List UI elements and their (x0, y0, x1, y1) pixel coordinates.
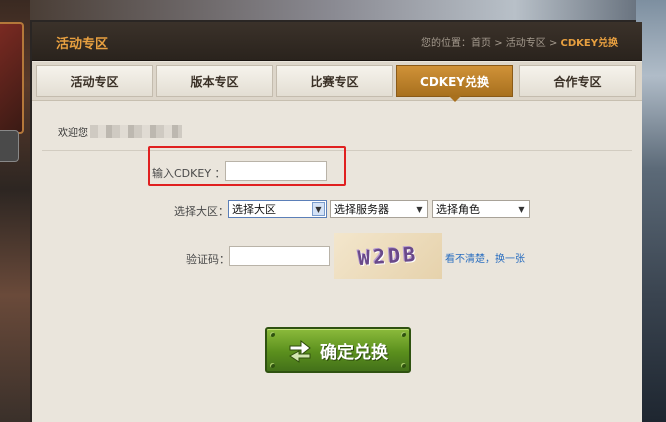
rivet-decoration (270, 332, 275, 337)
background-frame (0, 22, 24, 134)
submit-button-label: 确定兑换 (320, 342, 388, 363)
region-select-value: 选择大区 (232, 203, 276, 216)
breadcrumb-home[interactable]: 首页 (471, 38, 491, 49)
page-title: 活动专区 (56, 37, 109, 52)
captcha-label: 验证码： (186, 253, 230, 266)
rivet-decoration (401, 363, 406, 368)
breadcrumb-separator: > (545, 38, 561, 49)
server-select-value: 选择服务器 (334, 203, 389, 216)
breadcrumb-separator: > (491, 38, 506, 49)
refresh-captcha-link[interactable]: 看不清楚，换一张 (445, 250, 525, 265)
main-panel: 活动专区 您的位置：首页 > 活动专区 > CDKEY兑换 活动专区 版本专区 … (32, 22, 642, 422)
background-left (0, 0, 30, 422)
role-select[interactable]: 选择角色 ▼ (432, 200, 530, 218)
tab-cdkey[interactable]: CDKEY兑换 (396, 65, 513, 102)
breadcrumb-prefix: 您的位置： (421, 38, 472, 49)
chevron-down-icon: ▼ (312, 202, 325, 216)
cdkey-input[interactable] (225, 161, 327, 181)
tab-cooperation[interactable]: 合作专区 (519, 65, 636, 97)
welcome-line: 欢迎您 (58, 124, 182, 139)
panel-header: 活动专区 您的位置：首页 > 活动专区 > CDKEY兑换 (32, 22, 642, 61)
breadcrumb-current: CDKEY兑换 (560, 38, 618, 49)
breadcrumb: 您的位置：首页 > 活动专区 > CDKEY兑换 (421, 34, 618, 49)
region-select[interactable]: 选择大区 ▼ (228, 200, 327, 218)
masked-username (90, 125, 182, 138)
background-top (30, 0, 636, 20)
exchange-icon (289, 339, 311, 363)
tab-activity[interactable]: 活动专区 (36, 65, 153, 97)
region-label: 选择大区： (174, 205, 229, 218)
chevron-down-icon: ▼ (518, 204, 525, 214)
captcha-image-text: W2DB (357, 241, 419, 271)
captcha-input[interactable] (229, 246, 330, 266)
server-select[interactable]: 选择服务器 ▼ (330, 200, 428, 218)
chevron-down-icon: ▼ (416, 204, 423, 214)
tab-version[interactable]: 版本专区 (156, 65, 273, 97)
breadcrumb-section[interactable]: 活动专区 (506, 38, 546, 49)
welcome-text: 欢迎您 (58, 128, 88, 139)
role-select-value: 选择角色 (436, 203, 480, 216)
background-side-button (0, 130, 19, 162)
tab-competition[interactable]: 比赛专区 (276, 65, 393, 97)
tab-bar: 活动专区 版本专区 比赛专区 CDKEY兑换 合作专区 (32, 62, 642, 102)
rivet-decoration (270, 363, 275, 368)
captcha-image[interactable]: W2DB (334, 233, 442, 279)
rivet-decoration (401, 332, 406, 337)
submit-button[interactable]: 确定兑换 (265, 327, 411, 373)
cdkey-label: 输入CDKEY ： (152, 167, 226, 180)
